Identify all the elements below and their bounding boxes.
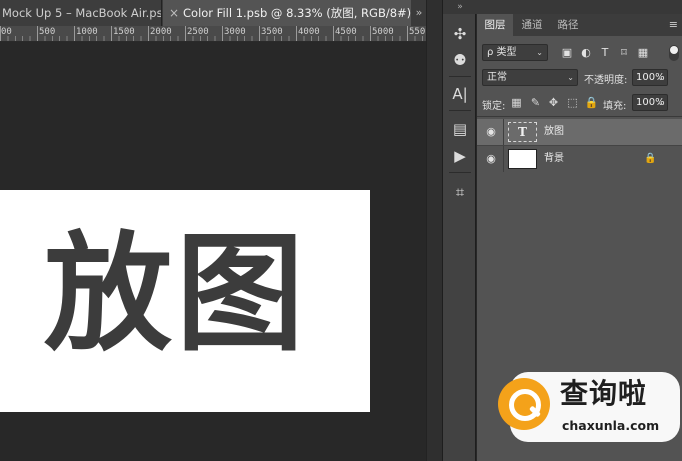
tab-overflow-chevron-icon[interactable]: » [412, 0, 426, 26]
panel-gap [426, 0, 442, 461]
watermark-url: chaxunla.com [562, 418, 660, 433]
divider [503, 146, 504, 172]
text-layer-thumbnail[interactable]: T [508, 122, 537, 142]
lock-label: 锁定: [482, 101, 506, 112]
panel-title-bar [477, 0, 682, 14]
pixel-filter-icon[interactable]: ▣ [559, 44, 575, 61]
lock-artboard-icon[interactable]: ⬚ [565, 94, 580, 111]
character-icon[interactable]: A| [448, 82, 472, 106]
ruler-major-tick [407, 26, 408, 41]
panel-menu-icon[interactable]: ≡ [669, 14, 678, 36]
ruler-major-tick [37, 26, 38, 41]
type-filter-icon[interactable]: T [597, 44, 613, 61]
ruler-major-tick [185, 26, 186, 41]
ruler-label: 550 [409, 27, 426, 37]
lock-icon: 🔒 [644, 153, 657, 164]
lock-all-icon[interactable]: 🔒 [584, 94, 599, 111]
watermark: 查询啦 chaxunla.com [498, 370, 680, 448]
filter-toggle[interactable] [669, 45, 679, 61]
watermark-title: 查询啦 [560, 377, 648, 410]
puzzle-icon[interactable]: ✣ [448, 22, 472, 46]
blend-mode-value: 正常 [487, 72, 507, 83]
opacity-label: 不透明度: [584, 75, 628, 86]
tab-label: Color Fill 1.psb @ 8.33% (放图, RGB/8#) * [183, 6, 411, 20]
layer-kind-filter[interactable]: ρ 类型 ⌄ [482, 44, 548, 61]
lock-position-icon[interactable]: ✥ [546, 94, 561, 111]
ruler-label: 4000 [298, 27, 320, 37]
ruler-label: 2000 [150, 27, 172, 37]
panel-tabs: 图层 通道 路径 ≡ [477, 14, 682, 36]
panel-icon-column: » ✣ ⚉ A| ▤ ▶ ⌗ [442, 0, 477, 461]
close-icon[interactable]: × [169, 0, 179, 26]
play-icon[interactable]: ▶ [448, 144, 472, 168]
chevron-down-icon: ⌄ [567, 73, 574, 82]
ruler-label: 4500 [335, 27, 357, 37]
ruler-major-tick [222, 26, 223, 41]
collapse-chevron-icon[interactable]: » [443, 0, 477, 14]
paragraph-icon[interactable]: ▤ [448, 117, 472, 141]
divider [449, 172, 471, 173]
ruler-major-tick [259, 26, 260, 41]
blend-mode-select[interactable]: 正常 ⌄ [482, 69, 578, 86]
ruler-label: 2500 [187, 27, 209, 37]
document-tab-bar: Mock Up 5 – MacBook Air.psd × Color Fill… [0, 0, 426, 26]
kind-filter-label: ρ 类型 [487, 47, 517, 58]
ruler-major-tick [111, 26, 112, 41]
ruler-major-tick [296, 26, 297, 41]
canvas-area[interactable]: 放图 [0, 42, 426, 461]
layer-name[interactable]: 背景 [544, 146, 564, 172]
shape-filter-icon[interactable]: ⌑ [616, 44, 632, 61]
tab-layers[interactable]: 图层 [477, 14, 513, 36]
magnifier-logo-icon [498, 378, 550, 430]
tab-label: Mock Up 5 – MacBook Air.psd [2, 6, 162, 20]
divider [449, 76, 471, 77]
tab-channels[interactable]: 通道 [515, 14, 549, 36]
ruler-label: 1000 [76, 27, 98, 37]
crop-icon[interactable]: ⌗ [448, 180, 472, 204]
ruler-ticks [0, 36, 426, 41]
divider [503, 119, 504, 145]
bug-icon[interactable]: ⚉ [448, 48, 472, 72]
eye-icon[interactable]: ◉ [484, 151, 498, 167]
ruler-label: 500 [39, 27, 56, 37]
layer-row-text[interactable]: ◉ T 放图 [477, 119, 682, 145]
chevron-down-icon: ⌄ [657, 73, 664, 82]
ruler-major-tick [148, 26, 149, 41]
opacity-input[interactable]: 100% ⌄ [632, 69, 668, 86]
layer-name[interactable]: 放图 [544, 119, 564, 145]
tab-mock-up[interactable]: Mock Up 5 – MacBook Air.psd [0, 0, 162, 26]
ruler-label: 5000 [372, 27, 394, 37]
adjustment-filter-icon[interactable]: ◐ [578, 44, 594, 61]
layer-row-background[interactable]: ◉ 背景 🔒 [477, 146, 682, 172]
lock-transparent-icon[interactable]: ▦ [509, 94, 524, 111]
fill-input[interactable]: 100% ⌄ [632, 94, 668, 111]
tab-color-fill[interactable]: × Color Fill 1.psb @ 8.33% (放图, RGB/8#) … [163, 0, 411, 26]
ruler-major-tick [74, 26, 75, 41]
ruler-label: 00 [1, 27, 12, 37]
chevron-down-icon: ⌄ [657, 98, 664, 107]
ruler-label: 3000 [224, 27, 246, 37]
lock-paint-icon[interactable]: ✎ [528, 94, 543, 111]
horizontal-ruler[interactable]: 00 500 1000 1500 2000 2500 3000 3500 400… [0, 26, 426, 42]
divider [449, 110, 471, 111]
tab-paths[interactable]: 路径 [551, 14, 585, 36]
ruler-label: 3500 [261, 27, 283, 37]
ruler-major-tick [370, 26, 371, 41]
fill-label: 填充: [603, 101, 627, 112]
document-canvas[interactable]: 放图 [0, 190, 370, 412]
smart-object-filter-icon[interactable]: ▦ [635, 44, 651, 61]
canvas-text-layer[interactable]: 放图 [44, 210, 308, 380]
background-layer-thumbnail[interactable] [508, 149, 537, 169]
ruler-label: 1500 [113, 27, 135, 37]
ruler-major-tick [333, 26, 334, 41]
chevron-down-icon: ⌄ [536, 48, 543, 57]
eye-icon[interactable]: ◉ [484, 124, 498, 140]
